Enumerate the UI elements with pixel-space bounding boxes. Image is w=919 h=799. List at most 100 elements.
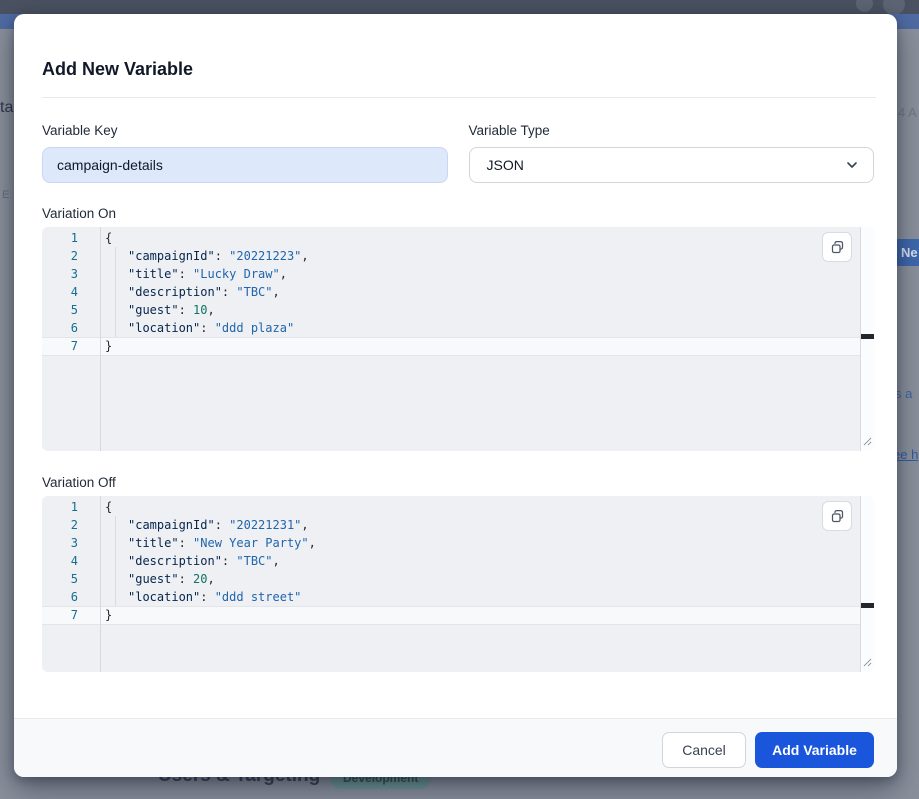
code-line[interactable]: "campaignId": "20221223", [105,247,859,265]
code-line[interactable]: "campaignId": "20221231", [105,516,859,534]
line-number: 6 [42,319,100,337]
code-token-key: "campaignId" [128,518,215,532]
scrollbar-cursor-mark [861,603,874,608]
copy-button[interactable] [822,501,852,531]
code-line[interactable]: "location": "ddd street" [105,588,859,606]
line-number: 2 [42,516,100,534]
code-token-str: "ddd plaza" [215,321,294,335]
line-number: 4 [42,552,100,570]
code-line[interactable]: { [105,498,859,516]
copy-button[interactable] [822,232,852,262]
gutter-border [100,227,101,451]
line-number: 3 [42,534,100,552]
code-token-str: "20221231" [229,518,301,532]
code-token-num: 20 [193,572,207,586]
add-variable-button[interactable]: Add Variable [755,732,874,768]
line-number: 7 [42,606,100,624]
line-number: 1 [42,229,100,247]
variable-type-field-group: Variable Type JSON [469,124,875,183]
copy-icon [830,240,845,255]
navbar-avatar [883,0,905,14]
field-row: Variable Key Variable Type JSON [42,124,874,183]
code-token-plain: : [222,285,236,299]
variation-on-label: Variation On [42,207,869,221]
code-token-plain: : [200,321,214,335]
code-line[interactable]: "description": "TBC", [105,283,859,301]
code-token-plain: } [105,339,112,353]
code-token-plain: , [301,249,308,263]
chevron-down-icon [844,157,860,173]
code-token-plain: : [222,554,236,568]
code-token-plain: , [273,554,280,568]
cancel-button[interactable]: Cancel [662,732,746,768]
code-token-plain: : [179,536,193,550]
line-number: 6 [42,588,100,606]
code-token-str: "TBC" [236,285,272,299]
variable-type-select[interactable]: JSON [469,147,875,183]
title-divider [42,97,876,98]
code-token-plain: : [179,572,193,586]
line-number: 2 [42,247,100,265]
code-token-str: "ddd street" [215,590,302,604]
code-line[interactable]: "guest": 10, [105,301,859,319]
code-line[interactable]: } [105,337,859,355]
modal-footer: Cancel Add Variable [14,718,897,777]
top-navbar [0,0,919,14]
line-number: 5 [42,301,100,319]
code-token-key: "description" [128,554,222,568]
line-number: 4 [42,283,100,301]
editor-scrollbar[interactable] [860,227,874,451]
code-token-str: "TBC" [236,554,272,568]
editor-code[interactable]: {"campaignId": "20221223","title": "Luck… [105,229,859,355]
add-variable-modal: Add New Variable Variable Key Variable T… [14,14,897,777]
code-line[interactable]: { [105,229,859,247]
line-number: 1 [42,498,100,516]
variation-off-label: Variation Off [42,476,869,490]
code-token-key: "guest" [128,303,179,317]
code-token-plain: , [309,536,316,550]
line-number: 5 [42,570,100,588]
code-token-plain: : [215,518,229,532]
editor-gutter: 1234567 [42,229,100,355]
code-token-plain: , [301,518,308,532]
code-token-str: "Lucky Draw" [193,267,280,281]
variable-key-input[interactable] [42,147,448,183]
code-token-key: "campaignId" [128,249,215,263]
code-token-plain: , [273,285,280,299]
code-token-key: "description" [128,285,222,299]
variable-type-label: Variable Type [469,124,875,138]
editor-scrollbar[interactable] [860,496,874,672]
background-new-button-fragment: Ne [894,239,919,266]
variable-key-label: Variable Key [42,124,448,138]
code-line[interactable]: "title": "Lucky Draw", [105,265,859,283]
code-token-key: "location" [128,321,200,335]
code-token-plain: } [105,608,112,622]
gutter-border [100,496,101,672]
code-token-key: "title" [128,267,179,281]
code-token-plain: , [207,303,214,317]
code-line[interactable]: "title": "New Year Party", [105,534,859,552]
code-token-str: "20221223" [229,249,301,263]
code-token-plain: { [105,231,112,245]
code-token-plain: : [215,249,229,263]
variation-off-editor[interactable]: 1234567 {"campaignId": "20221231","title… [42,496,874,672]
code-token-num: 10 [193,303,207,317]
code-line[interactable]: "location": "ddd plaza" [105,319,859,337]
editor-gutter: 1234567 [42,498,100,624]
code-line[interactable]: } [105,606,859,624]
line-number: 3 [42,265,100,283]
code-token-key: "guest" [128,572,179,586]
resize-grip-icon[interactable] [863,656,872,670]
line-number: 7 [42,337,100,355]
code-token-plain: : [179,267,193,281]
code-line[interactable]: "description": "TBC", [105,552,859,570]
editor-code[interactable]: {"campaignId": "20221231","title": "New … [105,498,859,624]
resize-grip-icon[interactable] [863,435,872,449]
code-line[interactable]: "guest": 20, [105,570,859,588]
variable-key-field-group: Variable Key [42,124,448,183]
code-token-key: "location" [128,590,200,604]
background-date-fragment: 4 A [898,105,917,120]
variation-on-editor[interactable]: 1234567 {"campaignId": "20221223","title… [42,227,874,451]
background-link-fragment-1: s a [895,386,912,401]
copy-icon [830,509,845,524]
